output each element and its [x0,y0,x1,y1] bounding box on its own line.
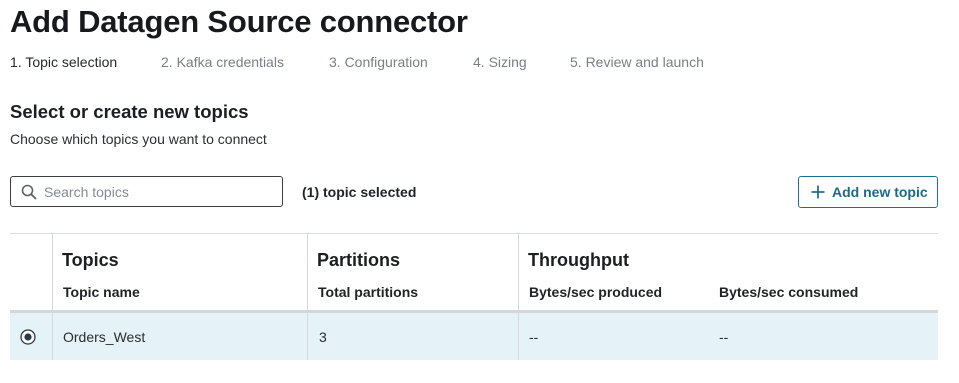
column-divider [518,313,519,360]
section-subtitle: Choose which topics you want to connect [10,131,267,147]
column-divider [52,313,53,360]
search-input[interactable] [44,177,274,206]
table-row[interactable]: Orders_West 3 -- -- [10,313,938,360]
section-title: Select or create new topics [10,101,249,122]
column-header-total-partitions[interactable]: Total partitions [318,284,418,300]
topic-name-cell: Orders_West [63,329,146,345]
step-topic-selection[interactable]: 1. Topic selection [10,54,117,70]
column-divider [307,313,308,360]
column-header-bytes-produced[interactable]: Bytes/sec produced [529,284,662,300]
column-header-bytes-consumed[interactable]: Bytes/sec consumed [719,284,858,300]
group-header-topics: Topics [62,250,119,270]
step-sizing[interactable]: 4. Sizing [473,54,527,70]
total-partitions-cell: 3 [319,329,327,345]
plus-icon [810,184,826,200]
row-select-radio[interactable] [20,329,36,345]
add-new-topic-button[interactable]: Add new topic [798,176,938,208]
step-review-and-launch[interactable]: 5. Review and launch [570,54,704,70]
page-title: Add Datagen Source connector [10,4,468,39]
add-new-topic-label: Add new topic [832,184,928,200]
bytes-produced-cell: -- [529,329,539,345]
topics-table: Topics Partitions Throughput Topic name … [10,233,938,360]
step-configuration[interactable]: 3. Configuration [329,54,428,70]
step-kafka-credentials[interactable]: 2. Kafka credentials [161,54,284,70]
selection-status: (1) topic selected [302,184,417,200]
group-header-partitions: Partitions [317,250,401,270]
search-box[interactable] [10,176,283,207]
bytes-consumed-cell: -- [719,329,729,345]
table-top-border [10,233,938,234]
search-icon [21,184,37,200]
group-header-throughput: Throughput [528,250,629,270]
column-header-topic-name[interactable]: Topic name [63,284,140,300]
